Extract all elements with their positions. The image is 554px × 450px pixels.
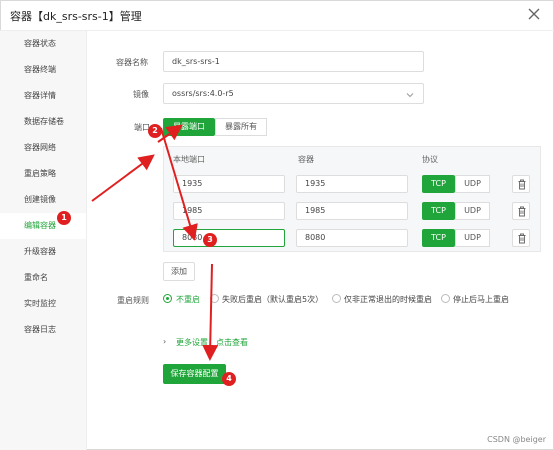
radio-restart-on-abnormal-exit[interactable] [332,294,341,303]
chevron-down-icon [405,88,415,108]
container-name-input[interactable]: dk_srs-srs-1 [163,51,424,72]
annotation-badge-3: 3 [203,233,217,247]
radio-restart-always[interactable] [441,294,450,303]
trash-icon [518,179,526,190]
annotation-badge-4: 4 [222,372,236,386]
udp-button[interactable]: UDP [455,202,490,220]
local-port-input[interactable]: 1935 [173,175,285,193]
radio-label: 仅非正常退出的时候重启 [344,295,432,304]
sidebar-item-rename[interactable]: 重命名 [0,265,86,291]
sidebar-item-network[interactable]: 容器网络 [0,135,86,161]
more-settings-link[interactable]: 更多设置，点击查看 [176,337,248,348]
local-port-input[interactable]: 8080 [173,229,285,247]
radio-label: 失败后重启（默认重启5次） [222,295,324,304]
image-select-value: ossrs/srs:4.0-r5 [172,89,234,98]
sidebar-item-create-image[interactable]: 创建镜像 [0,187,86,213]
sidebar-item-status[interactable]: 容器状态 [0,31,86,57]
sidebar-item-restart-policy[interactable]: 重启策略 [0,161,86,187]
tcp-button[interactable]: TCP [422,229,455,247]
sidebar: 容器状态 容器终端 容器详情 数据存储卷 容器网络 重启策略 创建镜像 编辑容器… [0,31,87,450]
delete-row-button[interactable] [512,229,530,247]
container-port-input[interactable]: 8080 [296,229,408,247]
annotation-badge-2: 2 [148,124,162,138]
radio-restart-on-failure[interactable] [210,294,219,303]
container-port-input[interactable]: 1985 [296,202,408,220]
sidebar-item-logs[interactable]: 容器日志 [0,317,86,343]
ports-table: 本地端口 容器 协议 1935 1935 TCP UDP 1985 1985 T… [163,146,541,252]
dialog-titlebar: 容器【dk_srs-srs-1】管理 [0,0,554,31]
sidebar-item-edit-container[interactable]: 编辑容器 [0,213,86,239]
header-local-port: 本地端口 [173,155,205,164]
radio-label: 不重启 [176,295,200,304]
expose-port-button[interactable]: 暴露端口 [163,118,215,136]
image-select[interactable]: ossrs/srs:4.0-r5 [163,83,424,104]
delete-row-button[interactable] [512,175,530,193]
udp-button[interactable]: UDP [455,229,490,247]
table-row: 8080 8080 TCP UDP [164,225,542,251]
watermark: CSDN @beiger [487,435,546,444]
restart-label: 重启规则 [117,296,149,305]
table-row: 1985 1985 TCP UDP [164,198,542,224]
trash-icon [518,206,526,217]
sidebar-item-monitor[interactable]: 实时监控 [0,291,86,317]
header-container-port: 容器 [298,155,314,164]
tcp-button[interactable]: TCP [422,202,455,220]
table-row: 1935 1935 TCP UDP [164,171,542,197]
container-port-input[interactable]: 1935 [296,175,408,193]
sidebar-item-upgrade[interactable]: 升级容器 [0,239,86,265]
add-port-button[interactable]: 添加 [163,262,195,281]
radio-label: 停止后马上重启 [453,295,509,304]
radio-no-restart[interactable] [163,294,172,303]
dialog-title: 容器【dk_srs-srs-1】管理 [10,10,142,23]
delete-row-button[interactable] [512,202,530,220]
header-protocol: 协议 [422,155,438,164]
close-icon[interactable] [526,6,542,22]
expose-all-button[interactable]: 暴露所有 [215,118,267,136]
udp-button[interactable]: UDP [455,175,490,193]
trash-icon [518,233,526,244]
tcp-button[interactable]: TCP [422,175,455,193]
sidebar-item-details[interactable]: 容器详情 [0,83,86,109]
sidebar-item-volumes[interactable]: 数据存储卷 [0,109,86,135]
image-label: 镜像 [133,90,149,99]
annotation-badge-1: 1 [57,211,71,225]
sidebar-item-terminal[interactable]: 容器终端 [0,57,86,83]
local-port-input[interactable]: 1985 [173,202,285,220]
save-config-button[interactable]: 保存容器配置 [163,364,226,384]
name-label: 容器名称 [116,58,148,67]
chevron-right-icon: › [163,337,167,346]
